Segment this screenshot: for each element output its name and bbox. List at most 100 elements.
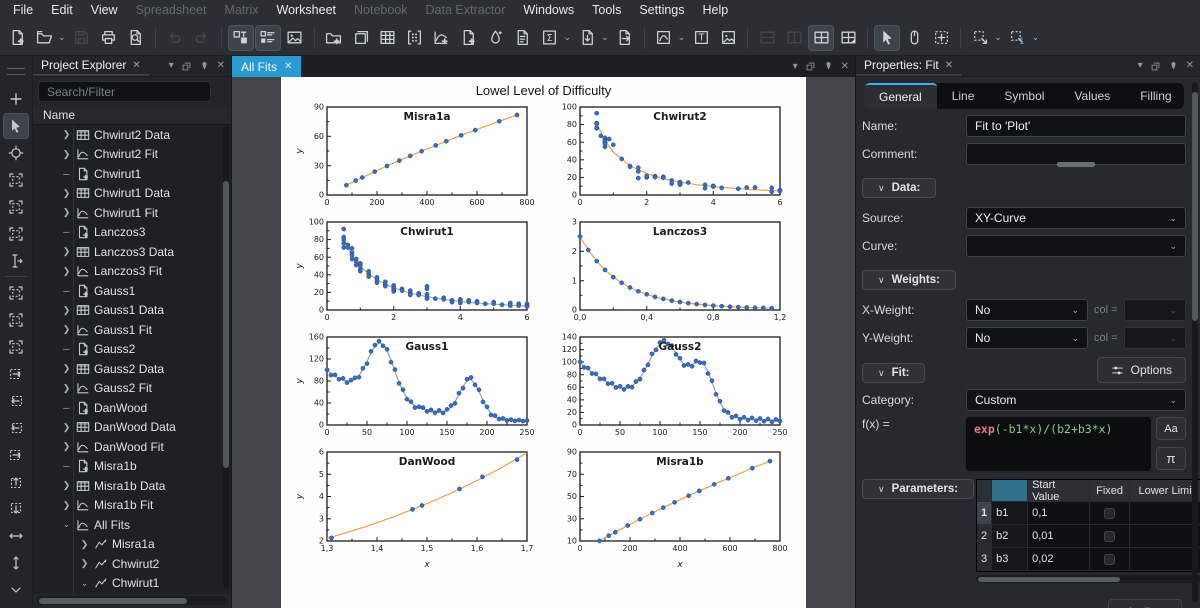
expander-collapsed-icon[interactable]: ❯	[61, 149, 72, 160]
shift-right-x-button[interactable]	[3, 442, 29, 468]
tree-item-gauss1-fit[interactable]: ❯ Gauss1 Fit	[33, 320, 231, 340]
new-datapicker-button[interactable]	[429, 25, 455, 51]
tree-item-gauss1-data[interactable]: ❯ Gauss1 Data	[33, 301, 231, 321]
zoom-out-button[interactable]	[3, 307, 29, 333]
text-cursor-button[interactable]	[3, 248, 29, 274]
close-icon[interactable]: ✕	[841, 61, 849, 72]
menu-windows[interactable]: Windows	[514, 1, 583, 19]
expander-collapsed-icon[interactable]: ❯	[61, 188, 72, 199]
magnification-dropdown-icon[interactable]: ⌄	[1030, 32, 1042, 43]
tree-item-danwood[interactable]: ─ DanWood	[33, 398, 231, 418]
tree-item-misra1b[interactable]: ─ Misra1b	[33, 457, 231, 477]
shift-up-y-button[interactable]	[3, 469, 29, 495]
more-actions-chevron[interactable]	[3, 577, 29, 603]
color-maps-button[interactable]	[483, 25, 509, 51]
plot-danwood[interactable]: 1,3 1,4 1,5 1,6 1,7 2 3 4 5 6 DanWood y x	[293, 446, 541, 570]
plot-misra1a[interactable]: 0 200 400 600 800 0 30 60 90 Misra1a y	[293, 101, 541, 213]
expander-collapsed-icon[interactable]: ❯	[61, 266, 72, 277]
expander-collapsed-icon[interactable]: ❯	[61, 363, 72, 374]
toggle-tiled-view-button[interactable]	[227, 24, 254, 51]
tree-item-chwirut2-fit[interactable]: ❯ Chwirut2 Fit	[33, 145, 231, 165]
float-icon[interactable]	[181, 61, 192, 72]
table-horizontal-scrollbar[interactable]	[976, 575, 1200, 583]
tree-item-chwirut1-fit[interactable]: ❯ Chwirut1 Fit	[33, 203, 231, 223]
source-combobox[interactable]: XY-Curve ⌄	[966, 207, 1186, 229]
expander-collapsed-icon[interactable]: ❯	[61, 305, 72, 316]
tree-item-lanczos3-fit[interactable]: ❯ Lanczos3 Fit	[33, 262, 231, 282]
tree-item-chwirut1[interactable]: ─ Chwirut1	[33, 164, 231, 184]
y-weight-combobox[interactable]: No ⌄	[966, 327, 1088, 349]
new-spreadsheet-button[interactable]	[375, 25, 401, 51]
row-header-3[interactable]: 3	[977, 548, 993, 571]
new-notebook-button[interactable]: Σ	[537, 25, 563, 51]
new-notebook-dropdown-icon[interactable]: ⌄	[562, 32, 574, 43]
print-button[interactable]	[96, 25, 122, 51]
tree-item-chwirut2-data[interactable]: ❯ Chwirut2 Data	[33, 125, 231, 145]
expander-collapsed-icon[interactable]: ❯	[61, 383, 72, 394]
close-icon[interactable]: ✕	[284, 61, 292, 72]
select-mode-button[interactable]	[3, 112, 29, 139]
section-fit[interactable]: ∨ Fit:	[862, 363, 926, 383]
open-project-dropdown-icon[interactable]: ⌄	[56, 32, 68, 43]
expander-collapsed-icon[interactable]: ❯	[61, 441, 72, 452]
tree-item-lanczos3[interactable]: ─ Lanczos3	[33, 223, 231, 243]
zoom-out-x-button[interactable]	[3, 388, 29, 414]
expander-collapsed-icon[interactable]: ❯	[79, 539, 90, 550]
close-icon[interactable]: ✕	[945, 60, 953, 71]
tree-item-gauss1[interactable]: ─ Gauss1	[33, 281, 231, 301]
row-header-1[interactable]: 1	[977, 502, 993, 525]
tree-item-gauss2[interactable]: ─ Gauss2	[33, 340, 231, 360]
search-input[interactable]	[38, 81, 211, 102]
tree-vertical-scrollbar[interactable]	[223, 126, 229, 588]
menu-file[interactable]: File	[4, 1, 42, 19]
param-start-value-b1[interactable]: 0,1	[1028, 502, 1091, 525]
toggle-list-view-button[interactable]	[254, 24, 281, 51]
section-data[interactable]: ∨ Data:	[862, 178, 937, 198]
param-start-value-b3[interactable]: 0,02	[1028, 548, 1091, 571]
crosshair-mode-button[interactable]	[3, 140, 29, 166]
fixed-checkbox[interactable]	[1104, 507, 1116, 519]
tree-item-gauss2-fit[interactable]: ❯ Gauss2 Fit	[33, 379, 231, 399]
tree-horizontal-scrollbar[interactable]	[37, 596, 227, 605]
zoom-select-button[interactable]	[3, 167, 29, 193]
expander-collapsed-icon[interactable]: ❯	[61, 422, 72, 433]
fit-options-button[interactable]: Options	[1096, 357, 1186, 383]
curve-combobox[interactable]: ⌄	[966, 235, 1186, 257]
add-text-button[interactable]: T	[688, 25, 714, 51]
param-name-b1[interactable]: b1	[992, 502, 1029, 525]
expander-collapsed-icon[interactable]: ❯	[61, 129, 72, 140]
param-name-b3[interactable]: b3	[992, 548, 1029, 571]
name-field[interactable]: Fit to 'Plot'	[966, 115, 1186, 137]
tab-values[interactable]: Values	[1059, 83, 1125, 109]
lower-limit-cell-b2[interactable]	[1130, 525, 1200, 548]
shift-down-y-button[interactable]	[3, 496, 29, 522]
tab-filling[interactable]: Filling	[1125, 83, 1184, 109]
tree-item-all-fits[interactable]: ⌄ All Fits	[33, 515, 231, 535]
font-button[interactable]: Aa	[1156, 417, 1186, 440]
zoom-mode-dropdown-icon[interactable]: ⌄	[992, 32, 1004, 43]
move-vertical-button[interactable]	[3, 550, 29, 576]
param-start-value-b2[interactable]: 0,01	[1028, 525, 1091, 548]
new-plot-area-button[interactable]	[651, 25, 677, 51]
tree-item-misra1b-data[interactable]: ❯ Misra1b Data	[33, 476, 231, 496]
new-folder-button[interactable]	[321, 25, 347, 51]
plot-misra1b[interactable]: 0 200 400 600 800 10 30 50 70 90 Misra1b x	[546, 446, 794, 570]
tab-line[interactable]: Line	[937, 83, 990, 109]
select-mode-button[interactable]	[874, 24, 901, 51]
zoom-in-x-button[interactable]	[3, 361, 29, 387]
menu-view[interactable]: View	[82, 1, 127, 19]
pin-icon[interactable]	[1168, 61, 1179, 72]
layout-grid-button[interactable]	[808, 24, 835, 51]
dock-menu-icon[interactable]: ▾	[1138, 61, 1143, 71]
export-button[interactable]	[612, 25, 638, 51]
plot-chwirut2[interactable]: 0 2 4 6 0 20 40 60 80 100 Chwirut2	[546, 101, 794, 213]
x-weight-combobox[interactable]: No ⌄	[966, 299, 1088, 321]
add-button[interactable]	[3, 86, 29, 112]
fixed-checkbox[interactable]	[1104, 530, 1116, 542]
float-icon[interactable]	[805, 61, 816, 72]
zoom-select-mode-button[interactable]	[928, 25, 954, 51]
screenshot-button[interactable]	[282, 25, 308, 51]
expander-collapsed-icon[interactable]: ❯	[79, 558, 90, 569]
shift-left-x-button[interactable]	[3, 415, 29, 441]
import-button[interactable]	[574, 25, 600, 51]
